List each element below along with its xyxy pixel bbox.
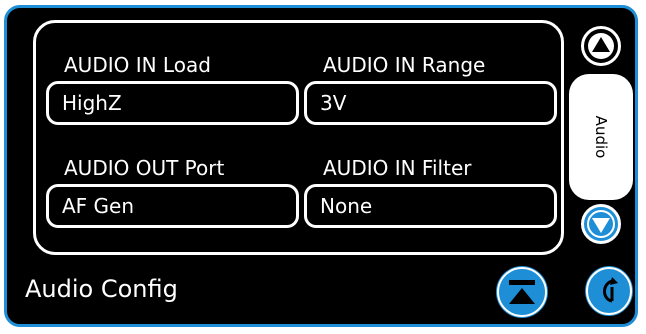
audio-in-range-field[interactable]: 3V (304, 81, 557, 125)
tab-audio-label: Audio (592, 115, 610, 159)
audio-in-load-label: AUDIO IN Load (64, 53, 211, 77)
scroll-up-button[interactable] (581, 26, 621, 66)
scroll-down-button[interactable] (581, 204, 621, 244)
triangle-up-icon (588, 33, 614, 59)
audio-config-window: AUDIO IN Load HighZ AUDIO IN Range 3V AU… (4, 5, 638, 327)
scroll-to-top-icon (497, 267, 547, 317)
scroll-to-top-button[interactable] (496, 266, 548, 318)
back-arrow-icon (586, 267, 632, 315)
audio-in-range-label: AUDIO IN Range (323, 53, 486, 77)
settings-panel: AUDIO IN Load HighZ AUDIO IN Range 3V AU… (33, 20, 564, 255)
audio-in-filter-label: AUDIO IN Filter (323, 156, 472, 180)
tab-audio[interactable]: Audio (569, 74, 633, 200)
page-title: Audio Config (25, 275, 178, 303)
audio-out-port-field[interactable]: AF Gen (46, 184, 299, 228)
audio-in-filter-field[interactable]: None (304, 184, 557, 228)
triangle-down-icon (587, 210, 615, 238)
audio-in-load-field[interactable]: HighZ (46, 81, 299, 125)
back-button[interactable] (585, 266, 633, 316)
audio-out-port-label: AUDIO OUT Port (64, 156, 225, 180)
